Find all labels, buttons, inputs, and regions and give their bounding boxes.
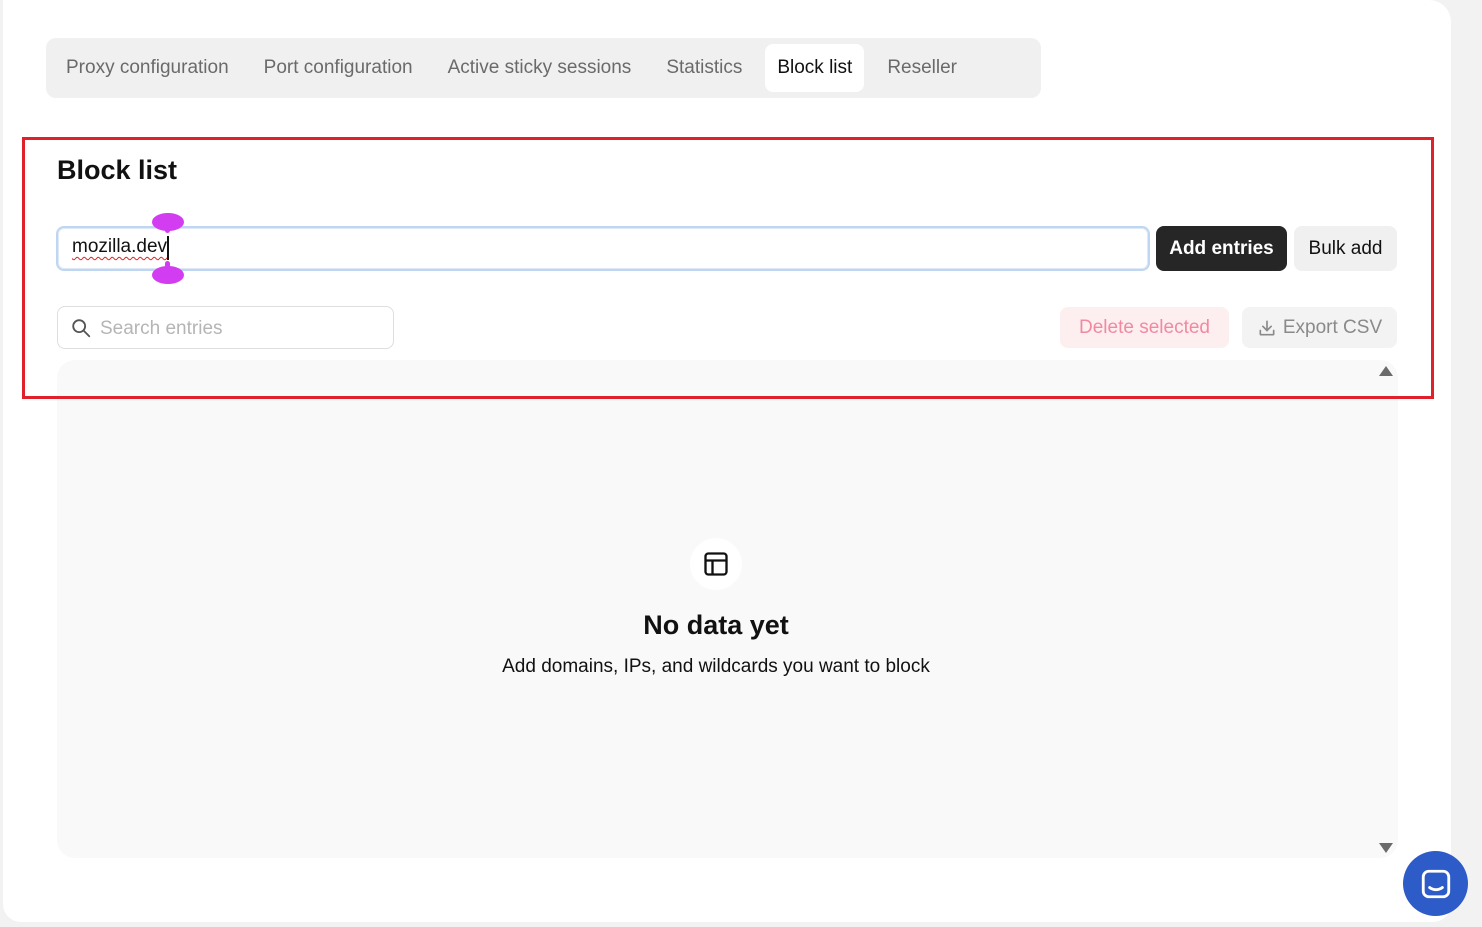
tab-bar: Proxy configuration Port configuration A… — [46, 38, 1041, 98]
tab-reseller[interactable]: Reseller — [875, 44, 969, 92]
selection-handle-bottom[interactable] — [152, 266, 184, 284]
delete-selected-button[interactable]: Delete selected — [1060, 307, 1229, 348]
empty-state-subtitle: Add domains, IPs, and wildcards you want… — [502, 656, 930, 677]
add-entries-button[interactable]: Add entries — [1156, 226, 1287, 271]
chat-icon — [1421, 869, 1450, 898]
page-title: Block list — [57, 155, 178, 185]
bulk-add-button[interactable]: Bulk add — [1294, 226, 1397, 271]
entry-input[interactable] — [56, 226, 1150, 271]
text-caret — [167, 236, 169, 260]
export-csv-label: Export CSV — [1282, 316, 1383, 338]
tab-block-list[interactable]: Block list — [765, 44, 865, 92]
download-icon — [1259, 320, 1275, 335]
tab-active-sticky-sessions[interactable]: Active sticky sessions — [436, 44, 644, 92]
empty-state-title: No data yet — [643, 610, 789, 640]
tab-proxy-configuration[interactable]: Proxy configuration — [54, 44, 241, 92]
scroll-up-arrow[interactable] — [1379, 366, 1393, 376]
entries-table — [57, 360, 1398, 858]
tab-statistics[interactable]: Statistics — [654, 44, 754, 92]
chat-launcher-button[interactable] — [1403, 851, 1468, 916]
empty-state-icon-container — [690, 538, 742, 590]
layout-panel-icon — [704, 552, 728, 576]
tab-port-configuration[interactable]: Port configuration — [252, 44, 425, 92]
export-csv-button[interactable]: Export CSV — [1242, 307, 1397, 348]
search-input[interactable] — [98, 307, 387, 350]
scroll-down-arrow[interactable] — [1379, 843, 1393, 853]
search-box — [57, 306, 394, 350]
search-icon — [72, 319, 91, 338]
selection-handle-top-stem — [165, 226, 170, 233]
